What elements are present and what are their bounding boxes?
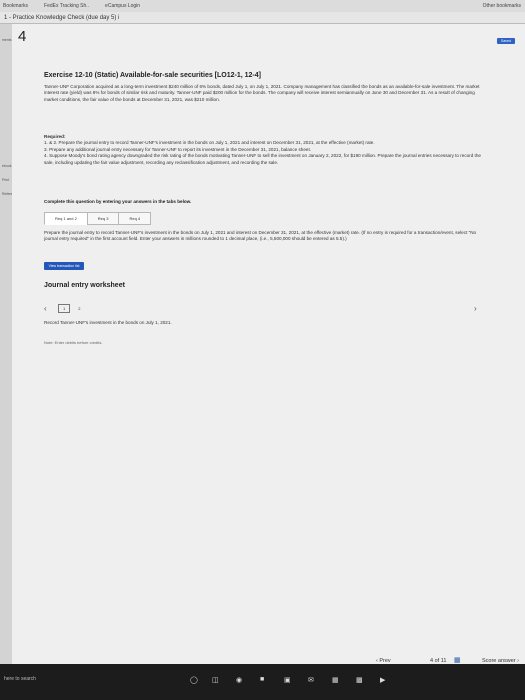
problem-text: Tanner-UNF Corporation acquired as a lon… <box>44 84 480 102</box>
question-number: 4 <box>18 28 27 45</box>
entry-note: Note: Enter debits before credits. <box>44 340 103 345</box>
chevron-right-icon[interactable]: › <box>474 304 484 313</box>
store-icon[interactable]: ▣ <box>284 676 291 684</box>
task-view-icon[interactable]: ◫ <box>212 676 219 684</box>
page-2[interactable]: 2 <box>74 305 84 312</box>
saved-button[interactable]: Saved <box>497 38 515 44</box>
required-section: Required: 1. & 2. Prepare the journal en… <box>44 134 484 166</box>
sidebar-item-ebook[interactable]: ebook <box>2 164 12 168</box>
page-1[interactable]: 1 <box>58 304 71 313</box>
exercise-title: Exercise 12-10 (Static) Available-for-sa… <box>44 72 261 79</box>
folder-icon[interactable]: ■ <box>260 676 264 683</box>
mail-icon[interactable]: ✉ <box>308 676 314 684</box>
bookmark-item[interactable]: FedEx Tracking Sh.. <box>44 3 89 9</box>
instruction-text: Complete this question by entering your … <box>44 199 192 204</box>
tab-title: 1 - Practice Knowledge Check (due day 5)… <box>4 15 120 21</box>
entry-description: Record Tanner-UNF's investment in the bo… <box>44 320 172 325</box>
grid-icon[interactable]: ▦ <box>454 656 461 664</box>
app-icon[interactable]: ▩ <box>356 676 363 684</box>
taskbar-search[interactable]: here to search <box>0 676 36 682</box>
view-transaction-list-button[interactable]: View transaction list <box>44 262 84 270</box>
bookmark-item[interactable]: eCampus Login <box>105 3 140 9</box>
task-text: Prepare the journal entry to record Tann… <box>44 230 477 242</box>
media-icon[interactable]: ▶ <box>380 676 385 684</box>
circle-icon[interactable]: ◯ <box>190 676 198 684</box>
worksheet-pager: ‹ 1 2 › <box>44 304 484 313</box>
edge-icon[interactable]: ◉ <box>236 676 242 684</box>
tab-req-1-2[interactable]: Req 1 and 2 <box>44 212 88 225</box>
bookmark-item[interactable]: Bookmarks <box>3 3 28 9</box>
sidebar-item-print[interactable]: Print <box>2 178 9 182</box>
question-panel: 4 Saved Exercise 12-10 (Static) Availabl… <box>12 24 525 664</box>
worksheet-title: Journal entry worksheet <box>44 282 125 289</box>
tab-req-3[interactable]: Req 3 <box>86 212 120 225</box>
other-bookmarks[interactable]: Other bookmarks <box>483 3 525 9</box>
chevron-left-icon[interactable]: ‹ <box>44 304 54 313</box>
bookmarks-bar: Bookmarks FedEx Tracking Sh.. eCampus Lo… <box>0 0 525 12</box>
requirement-tabs: Req 1 and 2 Req 3 Req 4 <box>44 212 152 225</box>
taskbar: here to search ◯ ◫ ◉ ■ ▣ ✉ ▦ ▩ ▶ <box>0 664 525 700</box>
tab-req-4[interactable]: Req 4 <box>118 212 152 225</box>
browser-tab[interactable]: 1 - Practice Knowledge Check (due day 5)… <box>0 12 525 24</box>
sidebar-item-assignments[interactable]: ments <box>2 38 12 42</box>
excel-icon[interactable]: ▦ <box>332 676 339 684</box>
required-item: 4. Suppose Moody's bond rating agency do… <box>44 153 481 165</box>
